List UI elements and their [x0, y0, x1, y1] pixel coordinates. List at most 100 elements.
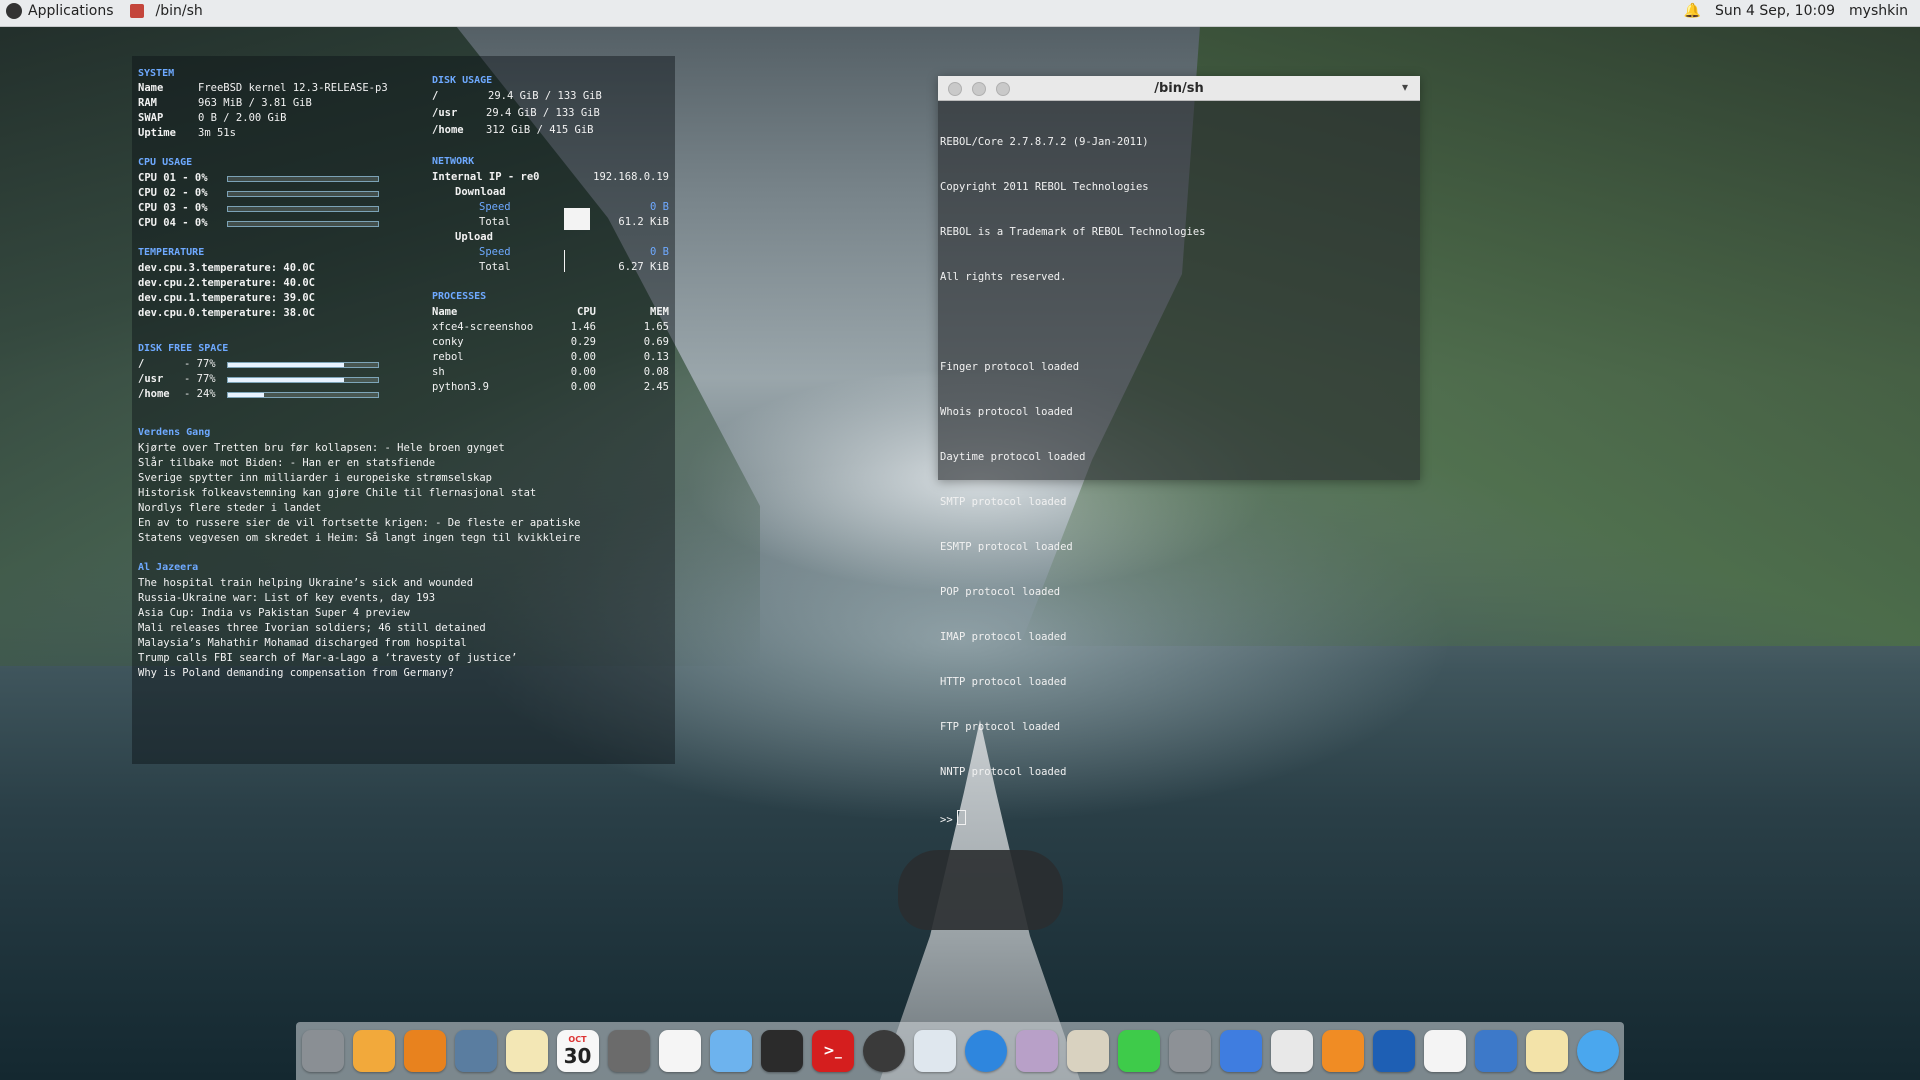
quicktime-icon[interactable]: [1372, 1030, 1415, 1072]
news-item: En av to russere sier de vil fortsette k…: [138, 517, 581, 529]
keynote-icon[interactable]: [1474, 1030, 1517, 1072]
cpu-bar: [227, 176, 379, 182]
terminal-line: NNTP protocol loaded: [940, 766, 1067, 778]
user-menu[interactable]: myshkin: [1849, 3, 1908, 19]
cpu-label: CPU 03 - 0%: [138, 202, 208, 214]
temperature-row: dev.cpu.1.temperature: 39.0C: [138, 292, 316, 304]
image-capture-icon[interactable]: [454, 1030, 497, 1072]
disk-free-value: - 77%: [184, 373, 216, 385]
itunes-icon[interactable]: [1219, 1030, 1262, 1072]
process-cpu: 0.00: [570, 381, 596, 393]
internal-ip-label: Internal IP - re0: [432, 171, 540, 183]
screenshot-icon[interactable]: [862, 1030, 905, 1072]
terminal-icon[interactable]: >_: [811, 1030, 854, 1072]
folder-icon[interactable]: [709, 1030, 752, 1072]
window-menu-chevron-down-icon[interactable]: ▾: [1402, 80, 1408, 94]
photos-icon[interactable]: [352, 1030, 395, 1072]
terminal-window[interactable]: /bin/sh ▾ REBOL/Core 2.7.8.7.2 (9-Jan-20…: [938, 76, 1420, 826]
news-item: Trump calls FBI search of Mar-a-Lago a ‘…: [138, 652, 518, 664]
calculator-icon[interactable]: [607, 1030, 650, 1072]
messages-icon[interactable]: [1117, 1030, 1160, 1072]
terminal-line: Whois protocol loaded: [940, 406, 1073, 418]
internal-ip-value: 192.168.0.19: [593, 171, 669, 183]
news-item: The hospital train helping Ukraine’s sic…: [138, 577, 474, 589]
script-editor-icon[interactable]: [1066, 1030, 1109, 1072]
wallpaper-kayak-seat: [898, 850, 1063, 930]
process-cpu: 0.00: [570, 351, 596, 363]
cpu-bar: [227, 221, 379, 227]
temperature-row: dev.cpu.3.temperature: 40.0C: [138, 262, 316, 274]
minimize-button[interactable]: [972, 82, 986, 96]
pages-icon[interactable]: [1321, 1030, 1364, 1072]
cpu-bar: [227, 191, 379, 197]
system-label: RAM: [138, 97, 157, 109]
terminal-line: ESMTP protocol loaded: [940, 541, 1073, 553]
temperature-heading: TEMPERATURE: [138, 247, 205, 258]
calendar-day: 30: [563, 1044, 592, 1068]
terminal-line: FTP protocol loaded: [940, 721, 1061, 733]
top-panel: Applications /bin/sh 🔔 Sun 4 Sep, 10:09 …: [0, 0, 1920, 27]
processes-heading: PROCESSES: [432, 291, 487, 302]
terminal-cursor: [956, 810, 966, 825]
maximize-button[interactable]: [996, 82, 1010, 96]
disk-free-label: /usr: [138, 373, 164, 385]
applications-menu-icon[interactable]: [6, 3, 22, 19]
news-aj-heading: Al Jazeera: [138, 562, 199, 573]
process-mem: 0.69: [643, 336, 669, 348]
news-item: Asia Cup: India vs Pakistan Super 4 prev…: [138, 607, 410, 619]
notes-icon[interactable]: [505, 1030, 548, 1072]
terminal-line: REBOL is a Trademark of REBOL Technologi…: [940, 226, 1206, 238]
download-label: Download: [455, 186, 506, 198]
calendar-icon[interactable]: OCT 30: [556, 1030, 599, 1072]
system-label: Uptime: [138, 127, 176, 139]
reminders-icon[interactable]: [658, 1030, 701, 1072]
safari-icon[interactable]: [964, 1030, 1007, 1072]
process-name: xfce4-screenshoo: [432, 321, 534, 333]
clock[interactable]: Sun 4 Sep, 10:09: [1715, 3, 1835, 19]
process-cpu: 0.29: [570, 336, 596, 348]
news-item: Kjørte over Tretten bru før kollapsen: -…: [138, 442, 505, 454]
cpu-label: CPU 02 - 0%: [138, 187, 208, 199]
textedit-icon[interactable]: [1525, 1030, 1568, 1072]
window-button[interactable]: /bin/sh: [156, 3, 203, 19]
dock: OCT 30 >_: [296, 1022, 1624, 1080]
terminal-line: SMTP protocol loaded: [940, 496, 1067, 508]
upload-total-label: Total: [479, 261, 511, 273]
network-icon[interactable]: [760, 1030, 803, 1072]
process-cpu: 1.46: [570, 321, 596, 333]
books-icon[interactable]: [403, 1030, 446, 1072]
applications-menu[interactable]: Applications: [28, 3, 114, 19]
terminal-prompt-line[interactable]: >>: [940, 810, 1418, 828]
system-heading: SYSTEM: [138, 68, 175, 79]
disk-free-bar: [227, 362, 379, 368]
disk-usage-heading: DISK USAGE: [432, 75, 493, 86]
disk-free-heading: DISK FREE SPACE: [138, 343, 229, 354]
printer-icon[interactable]: [1270, 1030, 1313, 1072]
terminal-line: POP protocol loaded: [940, 586, 1061, 598]
disk-free-bar: [227, 377, 379, 383]
mail-icon[interactable]: [1015, 1030, 1058, 1072]
upload-total-value: 6.27 KiB: [618, 261, 669, 273]
terminal-output[interactable]: REBOL/Core 2.7.8.7.2 (9-Jan-2011) Copyri…: [938, 101, 1420, 862]
news-item: Slår tilbake mot Biden: - Han er en stat…: [138, 457, 436, 469]
news-item: Nordlys flere steder i landet: [138, 502, 322, 514]
process-name: python3.9: [432, 381, 489, 393]
download-graph: [564, 208, 590, 230]
system-preferences-icon[interactable]: [1168, 1030, 1211, 1072]
finder-icon[interactable]: [301, 1030, 344, 1072]
numbers-icon[interactable]: [1423, 1030, 1466, 1072]
disk-free-label: /: [138, 358, 145, 370]
process-mem: 1.65: [643, 321, 669, 333]
preview-icon[interactable]: [913, 1030, 956, 1072]
news-item: Historisk folkeavstemning kan gjøre Chil…: [138, 487, 537, 499]
temperature-row: dev.cpu.2.temperature: 40.0C: [138, 277, 316, 289]
close-button[interactable]: [948, 82, 962, 96]
disk-usage-value: 312 GiB / 415 GiB: [486, 124, 594, 136]
process-name: conky: [432, 336, 464, 348]
terminal-titlebar[interactable]: /bin/sh ▾: [938, 76, 1420, 101]
terminal-line: Daytime protocol loaded: [940, 451, 1086, 463]
disk-free-bar-fill: [228, 378, 344, 382]
notification-bell-icon[interactable]: 🔔: [1684, 3, 1701, 19]
weather-icon[interactable]: [1576, 1030, 1619, 1072]
window-task-icon[interactable]: [129, 4, 144, 18]
